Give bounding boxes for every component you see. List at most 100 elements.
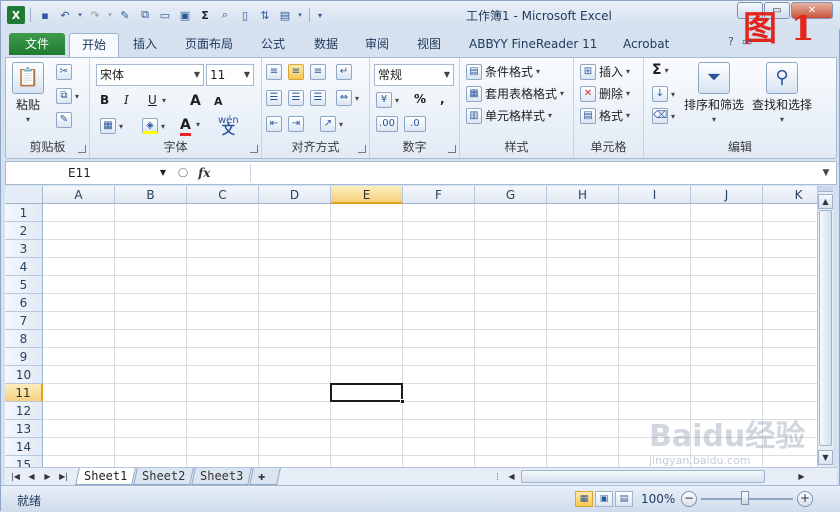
tab-abbyy[interactable]: ABBYY FineReader 11 — [461, 33, 605, 55]
select-all-corner[interactable] — [5, 186, 43, 204]
customize-qat-icon[interactable]: ▾ — [315, 6, 325, 24]
alignment-launcher-icon[interactable] — [358, 145, 366, 153]
row-header[interactable]: 11 — [5, 384, 43, 402]
paste-special-icon[interactable]: ▤ — [276, 6, 294, 24]
border-button[interactable]: ▦ ▾ — [100, 118, 123, 134]
zoom-out-icon[interactable]: − — [681, 491, 697, 507]
percent-button[interactable]: % — [414, 92, 426, 106]
formula-input[interactable] — [250, 164, 814, 182]
cut-button[interactable]: ✂ — [56, 64, 72, 80]
tab-page-layout[interactable]: 页面布局 — [177, 33, 241, 55]
format-cells-button[interactable]: ▤ 格式 ▾ — [580, 107, 630, 124]
sum-icon[interactable]: Σ — [196, 6, 214, 24]
vertical-scrollbar[interactable]: ▲ ▼ — [817, 186, 833, 467]
fill-color-button[interactable]: ◈ ▾ — [142, 118, 165, 134]
tab-review[interactable]: 审阅 — [357, 33, 397, 55]
expand-formula-bar-icon[interactable]: ▼ — [818, 164, 834, 182]
paste-button[interactable]: 📋 粘贴 ▾ — [12, 62, 44, 124]
align-middle-button[interactable]: ≡ — [288, 64, 304, 80]
row-header[interactable]: 1 — [5, 204, 43, 222]
increase-decimal-button[interactable]: .00 — [376, 116, 398, 132]
column-header[interactable]: F — [403, 186, 475, 204]
tab-insert[interactable]: 插入 — [125, 33, 165, 55]
scroll-right-icon[interactable]: ▶ — [795, 470, 808, 483]
font-color-dropdown-icon[interactable]: ▾ — [196, 120, 200, 129]
help-icon[interactable]: ? — [728, 35, 734, 48]
tab-home[interactable]: 开始 — [69, 33, 119, 57]
page-break-view-icon[interactable]: ▤ — [615, 491, 633, 507]
underline-button[interactable]: U — [148, 93, 157, 107]
sort-filter-button[interactable]: ⏷ 排序和筛选 ▾ — [684, 62, 744, 124]
column-header[interactable]: K — [763, 186, 817, 204]
open-folder-icon[interactable]: ▭ — [156, 6, 174, 24]
copy-button[interactable]: ⧉ ▾ — [56, 88, 79, 104]
bold-button[interactable]: B — [100, 93, 109, 107]
orientation-button[interactable]: ↗ ▾ — [320, 116, 343, 132]
scroll-up-icon[interactable]: ▲ — [818, 194, 833, 209]
prev-sheet-icon[interactable]: ◀ — [25, 470, 38, 483]
row-header[interactable]: 5 — [5, 276, 43, 294]
font-launcher-icon[interactable] — [250, 145, 258, 153]
align-top-button[interactable]: ≡ — [266, 64, 282, 80]
format-painter-icon[interactable]: ✎ — [116, 6, 134, 24]
row-header[interactable]: 12 — [5, 402, 43, 420]
delete-cells-button[interactable]: ✕ 删除 ▾ — [580, 85, 630, 102]
column-header[interactable]: E — [331, 186, 403, 204]
new-document-icon[interactable]: ▯ — [236, 6, 254, 24]
grow-font-button[interactable]: A — [190, 93, 201, 109]
column-header[interactable]: B — [115, 186, 187, 204]
scroll-down-icon[interactable]: ▼ — [818, 450, 833, 465]
row-header[interactable]: 13 — [5, 420, 43, 438]
format-painter-button[interactable]: ✎ — [56, 112, 72, 128]
column-header[interactable]: I — [619, 186, 691, 204]
tab-view[interactable]: 视图 — [409, 33, 449, 55]
horizontal-split-handle[interactable]: ⋮ — [491, 470, 504, 483]
sheet-tab[interactable]: Sheet2 — [133, 468, 195, 485]
sort-icon[interactable]: ⇅ — [256, 6, 274, 24]
name-box[interactable]: E11 ▼ — [10, 164, 170, 182]
row-header[interactable]: 10 — [5, 366, 43, 384]
align-center-button[interactable]: ☰ — [288, 90, 304, 106]
conditional-format-button[interactable]: ▤ 条件格式 ▾ — [466, 63, 540, 80]
first-sheet-icon[interactable]: |◀ — [9, 470, 22, 483]
undo-dropdown-icon[interactable]: ▾ — [76, 6, 84, 24]
tab-file[interactable]: 文件 — [9, 33, 65, 55]
number-launcher-icon[interactable] — [448, 145, 456, 153]
page-layout-view-icon[interactable]: ▣ — [595, 491, 613, 507]
tab-acrobat[interactable]: Acrobat — [615, 33, 677, 55]
format-as-table-button[interactable]: ▦ 套用表格格式 ▾ — [466, 85, 564, 102]
comma-button[interactable]: , — [440, 92, 445, 106]
row-header[interactable]: 8 — [5, 330, 43, 348]
font-color-button[interactable]: A — [180, 116, 191, 136]
horizontal-scroll-thumb[interactable] — [521, 470, 765, 483]
increase-indent-button[interactable]: ⇥ — [288, 116, 304, 132]
redo-dropdown-icon[interactable]: ▾ — [106, 6, 114, 24]
paste-dropdown-icon[interactable]: ▾ — [296, 6, 304, 24]
scroll-left-icon[interactable]: ◀ — [505, 470, 518, 483]
row-header[interactable]: 9 — [5, 348, 43, 366]
number-format-select[interactable]: 常规 ▼ — [374, 64, 454, 86]
column-header[interactable]: A — [43, 186, 115, 204]
font-size-select[interactable]: 11 ▼ — [206, 64, 254, 86]
row-header[interactable]: 14 — [5, 438, 43, 456]
zoom-in-icon[interactable]: + — [797, 491, 813, 507]
decrease-indent-button[interactable]: ⇤ — [266, 116, 282, 132]
align-right-button[interactable]: ☰ — [310, 90, 326, 106]
column-header[interactable]: H — [547, 186, 619, 204]
tab-formulas[interactable]: 公式 — [253, 33, 293, 55]
wrap-text-button[interactable]: ↵ — [336, 64, 352, 80]
accounting-format-button[interactable]: ¥ ▾ — [376, 92, 399, 108]
column-header[interactable]: J — [691, 186, 763, 204]
tab-data[interactable]: 数据 — [306, 33, 346, 55]
sheet-tab[interactable]: Sheet3 — [191, 468, 253, 485]
underline-dropdown-icon[interactable]: ▾ — [162, 96, 166, 105]
align-bottom-button[interactable]: ≡ — [310, 64, 326, 80]
redo-icon[interactable]: ↷ — [86, 6, 104, 24]
zoom-level[interactable]: 100% — [641, 492, 675, 506]
find-select-button[interactable]: ⚲ 查找和选择 ▾ — [752, 62, 812, 124]
row-header[interactable]: 6 — [5, 294, 43, 312]
column-header[interactable]: C — [187, 186, 259, 204]
save-icon[interactable]: ▪ — [36, 6, 54, 24]
row-header[interactable]: 3 — [5, 240, 43, 258]
insert-function-icon[interactable]: fx — [198, 166, 210, 180]
